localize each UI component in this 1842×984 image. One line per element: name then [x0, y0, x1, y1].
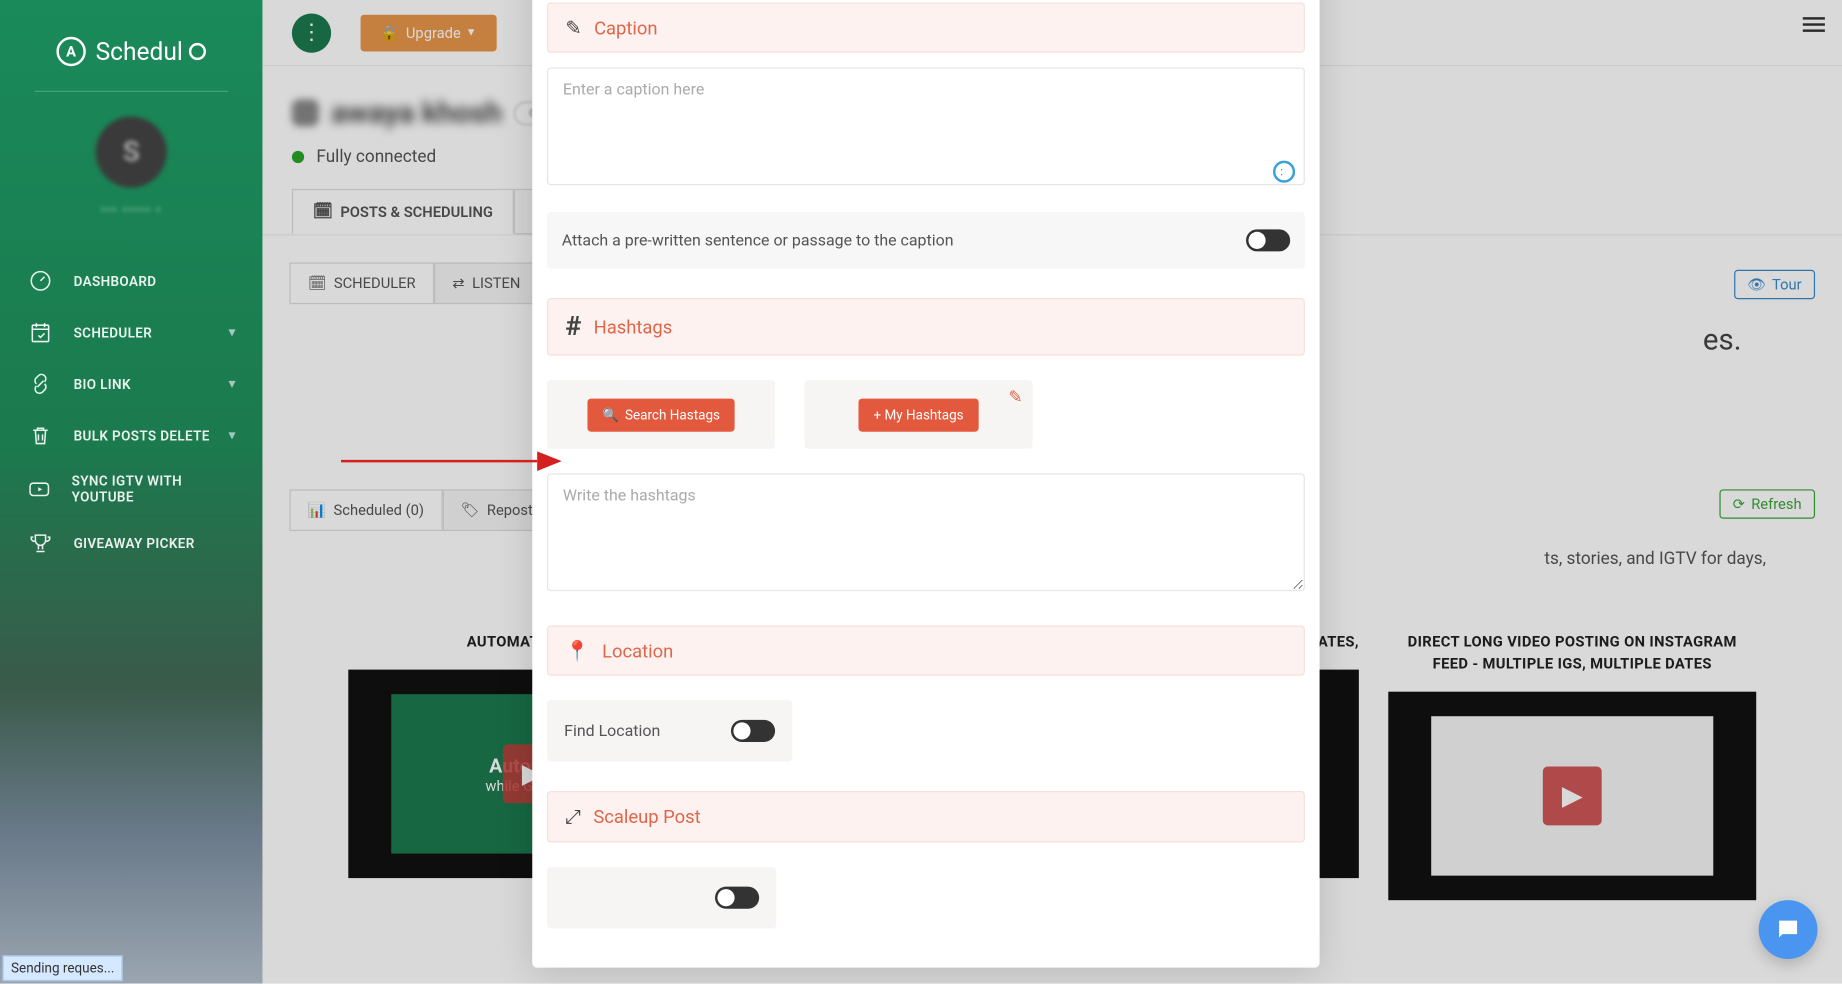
location-header: 📍 Location — [547, 625, 1305, 675]
nav-label: BULK POSTS DELETE — [74, 427, 210, 443]
scaleup-row — [547, 867, 777, 928]
user-name: ••• ••••• • — [0, 202, 262, 218]
app-logo: A Schedul — [0, 0, 262, 91]
calendar-icon — [27, 319, 54, 346]
divider — [34, 91, 228, 92]
btn-label: + My Hashtags — [873, 407, 963, 423]
link-icon — [27, 370, 54, 397]
status-bar: Sending reques... — [2, 955, 123, 981]
scaleup-title: Scaleup Post — [593, 806, 700, 828]
youtube-icon — [27, 476, 52, 503]
scaleup-header: ⤢ Scaleup Post — [547, 791, 1305, 843]
pin-icon: 📍 — [565, 639, 589, 662]
my-hashtags-box: ✎ + My Hashtags — [805, 380, 1033, 449]
chat-fab[interactable] — [1759, 900, 1818, 959]
find-location-label: Find Location — [564, 722, 660, 740]
nav-label: SCHEDULER — [74, 324, 153, 340]
my-hashtags-button[interactable]: + My Hashtags — [859, 398, 979, 431]
hashtags-input[interactable] — [547, 473, 1305, 591]
hashtags-section: # Hashtags 🔍 Search Hastags ✎ + My Hasht… — [547, 298, 1305, 596]
location-title: Location — [602, 640, 673, 662]
chevron-down-icon: ▾ — [229, 377, 236, 390]
edit-hashtags-icon[interactable]: ✎ — [1008, 388, 1022, 408]
caption-title: Caption — [594, 17, 657, 39]
logo-ring-icon — [189, 43, 206, 60]
nav-bulk-delete[interactable]: BULK POSTS DELETE ▾ — [0, 410, 262, 462]
attach-label: Attach a pre-written sentence or passage… — [562, 231, 954, 249]
nav-giveaway[interactable]: GIVEAWAY PICKER — [0, 518, 262, 570]
nav-label: SYNC IGTV WITH YOUTUBE — [72, 473, 236, 505]
hashtag-buttons: 🔍 Search Hastags ✎ + My Hashtags — [547, 380, 1305, 449]
search-hashtags-box: 🔍 Search Hastags — [547, 380, 775, 449]
find-location-toggle[interactable] — [731, 720, 775, 742]
find-location-row: Find Location — [547, 700, 793, 761]
attach-caption-row: Attach a pre-written sentence or passage… — [547, 212, 1305, 268]
scaleup-section: ⤢ Scaleup Post — [547, 791, 1305, 928]
search-icon: 🔍 — [602, 407, 619, 423]
logo-text: Schedul — [96, 37, 183, 66]
sidebar: A Schedul S ••• ••••• • DASHBOARD SCHEDU… — [0, 0, 262, 984]
nav-label: GIVEAWAY PICKER — [74, 535, 195, 551]
nav-dashboard[interactable]: DASHBOARD — [0, 255, 262, 307]
location-section: 📍 Location Find Location — [547, 625, 1305, 761]
nav-scheduler[interactable]: SCHEDULER ▾ — [0, 307, 262, 359]
hash-icon: # — [565, 312, 581, 343]
avatar[interactable]: S — [96, 117, 167, 188]
attach-toggle[interactable] — [1246, 229, 1290, 251]
caption-input[interactable] — [547, 67, 1305, 185]
nav-biolink[interactable]: BIO LINK ▾ — [0, 358, 262, 410]
gauge-icon — [27, 267, 54, 294]
logo-icon: A — [56, 37, 85, 66]
edit-icon: ✎ — [565, 16, 581, 39]
hashtags-title: Hashtags — [594, 316, 673, 338]
search-hashtags-button[interactable]: 🔍 Search Hastags — [587, 398, 734, 431]
nav-label: DASHBOARD — [74, 273, 157, 289]
nav-sync-igtv[interactable]: SYNC IGTV WITH YOUTUBE — [0, 461, 262, 517]
hashtags-header: # Hashtags — [547, 298, 1305, 356]
scaleup-toggle[interactable] — [715, 887, 759, 909]
caption-header: ✎ Caption — [547, 2, 1305, 52]
chevron-down-icon: ▾ — [229, 429, 236, 442]
nav-label: BIO LINK — [74, 376, 131, 392]
trophy-icon — [27, 530, 54, 557]
caption-section: ✎ Caption Attach a pre-written sentence … — [547, 2, 1305, 268]
expand-icon: ⤢ — [565, 805, 581, 830]
chevron-down-icon: ▾ — [229, 326, 236, 339]
trash-icon — [27, 422, 54, 449]
emoji-button[interactable] — [1273, 161, 1295, 183]
btn-label: Search Hastags — [625, 407, 720, 423]
post-compose-modal: ✎ Caption Attach a pre-written sentence … — [532, 0, 1319, 968]
